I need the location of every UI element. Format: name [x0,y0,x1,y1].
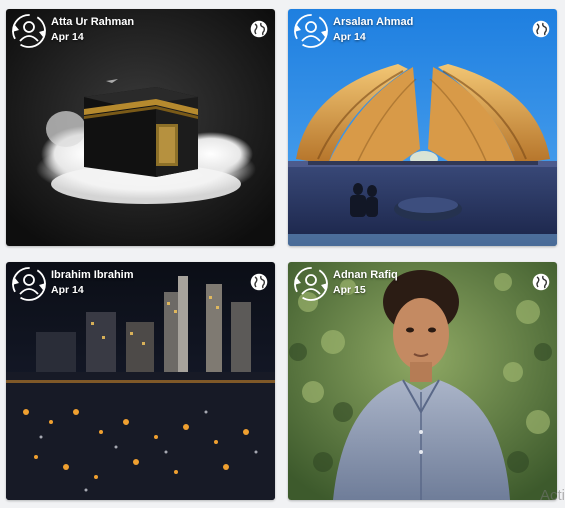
post-header: Atta Ur Rahman Apr 14 [6,9,275,55]
globe-icon[interactable] [250,273,268,291]
globe-icon[interactable] [532,273,550,291]
post-author[interactable]: Arsalan Ahmad [333,16,413,28]
post-header: Adnan Rafiq Apr 15 [288,262,557,308]
post-card[interactable]: Arsalan Ahmad Apr 14 [288,9,557,246]
post-header: Ibrahim Ibrahim Apr 14 [6,262,275,308]
post-author[interactable]: Adnan Rafiq [333,269,398,281]
post-author[interactable]: Ibrahim Ibrahim [51,269,134,281]
globe-icon[interactable] [532,20,550,38]
activation-watermark: Acti [539,487,565,504]
user-sync-icon[interactable] [293,13,329,49]
post-card[interactable]: Adnan Rafiq Apr 15 [288,262,557,500]
user-sync-icon[interactable] [293,266,329,302]
post-card[interactable]: Atta Ur Rahman Apr 14 [6,9,275,246]
post-date: Apr 14 [51,31,84,43]
globe-icon[interactable] [250,20,268,38]
post-card[interactable]: Ibrahim Ibrahim Apr 14 [6,262,275,500]
user-sync-icon[interactable] [11,266,47,302]
post-header: Arsalan Ahmad Apr 14 [288,9,557,55]
post-author[interactable]: Atta Ur Rahman [51,16,134,28]
post-date: Apr 14 [51,284,84,296]
posts-grid: Atta Ur Rahman Apr 14 Arsalan Ahmad Apr … [0,0,565,508]
post-date: Apr 15 [333,284,366,296]
post-date: Apr 14 [333,31,366,43]
user-sync-icon[interactable] [11,13,47,49]
